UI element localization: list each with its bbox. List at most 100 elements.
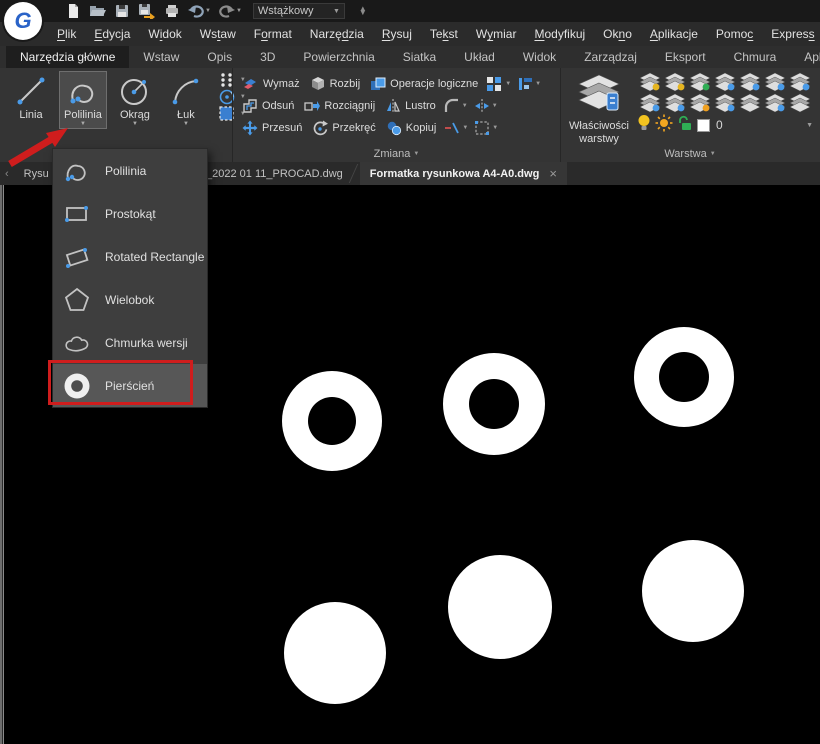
filled-donut-shape-4[interactable] [284,602,386,704]
tool-scale-button[interactable]: ▼ [473,119,499,137]
menu-wymiar[interactable]: Wymiar [467,27,526,41]
tool-rozbij-button[interactable]: Rozbij [307,75,364,93]
menu-narz-dzia[interactable]: Narzędzia [301,27,373,41]
layer-state-button-3[interactable] [687,71,712,92]
chevron-down-icon[interactable]: ▼ [333,8,340,15]
close-icon[interactable]: × [549,166,557,181]
layer-state-button-8[interactable] [637,92,662,113]
menu-okno[interactable]: Okno [594,27,641,41]
ribbon-tab-powierzchnia[interactable]: Powierzchnia [289,46,388,68]
menu-rysuj[interactable]: Rysuj [373,27,421,41]
ribbon-tab-narz-dzia-g-wne[interactable]: Narzędzia główne [6,46,129,68]
layer-properties-button[interactable]: Właściwości warstwy [567,71,631,146]
layer-state-button-13[interactable] [762,92,787,113]
menu-tekst[interactable]: Tekst [421,27,467,41]
layer-freeze-sun-icon[interactable] [655,114,673,137]
tool-fillet-button[interactable]: ▼ [443,97,469,115]
ribbon-tab-opis[interactable]: Opis [193,46,246,68]
tool-symmetry-button[interactable]: ▼ [473,97,499,115]
chevron-down-icon[interactable]: ▼ [505,81,511,87]
layer-state-button-2[interactable] [662,71,687,92]
save-as-button[interactable] [135,2,159,20]
tool-align-button[interactable]: ▼ [516,75,542,93]
menu-item-rotated-rectangle[interactable]: Rotated Rectangle [53,235,207,278]
redo-button[interactable]: ▼ [216,3,245,19]
chevron-down-icon[interactable]: ▼ [535,81,541,87]
menu-item-chmurka-wersji[interactable]: Chmurka wersji [53,321,207,364]
tool-rozci-gnij-button[interactable]: Rozciągnij [301,97,378,115]
tool-okr-g-button[interactable]: Okrąg▼ [112,71,158,129]
new-file-button[interactable] [62,2,84,20]
tool-array-button[interactable]: ▼ [485,75,512,93]
menu-item-pier-cie[interactable]: Pierścień [53,364,207,407]
menu-plik[interactable]: Plik [48,27,85,41]
layer-state-button-11[interactable] [712,92,737,113]
menu-item-polilinia[interactable]: Polilinia [53,149,207,192]
tab-scroll-left-icon[interactable]: ‹ [0,162,14,185]
layer-color-swatch[interactable] [697,119,710,132]
app-logo[interactable]: G [4,2,42,40]
ribbon-tab-widok[interactable]: Widok [509,46,570,68]
ribbon-tab-uk-ad[interactable]: Układ [450,46,509,68]
layer-state-button-9[interactable] [662,92,687,113]
menu-widok[interactable]: Widok [139,27,190,41]
ribbon-tab-siatka[interactable]: Siatka [389,46,450,68]
layer-state-button-4[interactable] [712,71,737,92]
donut-shape-1[interactable] [282,371,382,471]
layer-state-button-1[interactable] [637,71,662,92]
menu-wstaw[interactable]: Wstaw [191,27,245,41]
tool-wyma-button[interactable]: Wymaż [239,75,303,93]
menu-item-wielobok[interactable]: Wielobok [53,278,207,321]
tool-przekr-button[interactable]: Przekręć [309,119,378,137]
chevron-down-icon[interactable]: ▼ [492,103,498,109]
tool-lustro-button[interactable]: Lustro [382,97,439,115]
menu-aplikacje[interactable]: Aplikacje [641,27,707,41]
donut-shape-3[interactable] [634,327,734,427]
tool-przesu-button[interactable]: Przesuń [239,119,305,137]
layer-panel-label[interactable]: Warstwa▼ [561,148,819,160]
save-button[interactable] [111,2,133,20]
ribbon-tab-wstaw[interactable]: Wstaw [129,46,193,68]
file-tab-2[interactable]: A_2022 01 11_PROCAD.dwg [189,162,353,185]
tool-operacje-logiczne-button[interactable]: Operacje logiczne [367,75,481,93]
tool-linia-button[interactable]: Linia [8,71,54,122]
print-button[interactable] [161,2,183,20]
chevron-down-icon[interactable]: ▼ [462,103,468,109]
chevron-down-icon[interactable]: ▼ [236,8,242,14]
donut-shape-2[interactable] [443,353,545,455]
chevron-down-icon[interactable]: ▼ [492,125,498,131]
ribbon-tab-3d[interactable]: 3D [246,46,289,68]
tool-kopiuj-button[interactable]: Kopiuj [383,119,440,137]
file-tab-3[interactable]: Formatka rysunkowa A4-A0.dwg× [360,162,567,185]
layer-state-button-6[interactable] [762,71,787,92]
chevron-down-icon[interactable]: ▼ [80,121,86,128]
layer-state-button-14[interactable] [787,92,812,113]
chevron-down-icon[interactable]: ▼ [806,122,815,129]
chevron-down-icon[interactable]: ▼ [205,8,211,14]
tool-trim-button[interactable]: ▼ [443,119,469,137]
menu-edycja[interactable]: Edycja [85,27,139,41]
tool-uk-button[interactable]: Łuk▼ [163,71,209,129]
chevron-down-icon[interactable]: ▼ [132,121,138,128]
menu-item-prostok-t[interactable]: Prostokąt [53,192,207,235]
layer-state-button-10[interactable] [687,92,712,113]
ribbon-tab-eksport[interactable]: Eksport [651,46,720,68]
menu-pomoc[interactable]: Pomoc [707,27,762,41]
tool-polilinia-button[interactable]: Polilinia▼ [59,71,107,129]
layer-unlock-icon[interactable] [677,115,693,136]
chevron-down-icon[interactable]: ▼ [183,121,189,128]
modify-panel-label[interactable]: Zmiana▼ [233,148,560,160]
menu-express[interactable]: Express [762,27,820,41]
ribbon-tab-aplika[interactable]: Aplika [790,46,820,68]
layer-state-button-12[interactable] [737,92,762,113]
layer-state-button-7[interactable] [787,71,812,92]
filled-donut-shape-6[interactable] [642,540,744,642]
undo-button[interactable]: ▼ [185,3,214,19]
layer-on-bulb-icon[interactable] [637,114,651,137]
menu-format[interactable]: Format [245,27,301,41]
open-file-button[interactable] [86,2,109,20]
workspace-combobox[interactable]: Wstążkowy ▼ [253,3,345,19]
layer-state-button-5[interactable] [737,71,762,92]
ribbon-tab-chmura[interactable]: Chmura [720,46,791,68]
menu-modyfikuj[interactable]: Modyfikuj [525,27,594,41]
